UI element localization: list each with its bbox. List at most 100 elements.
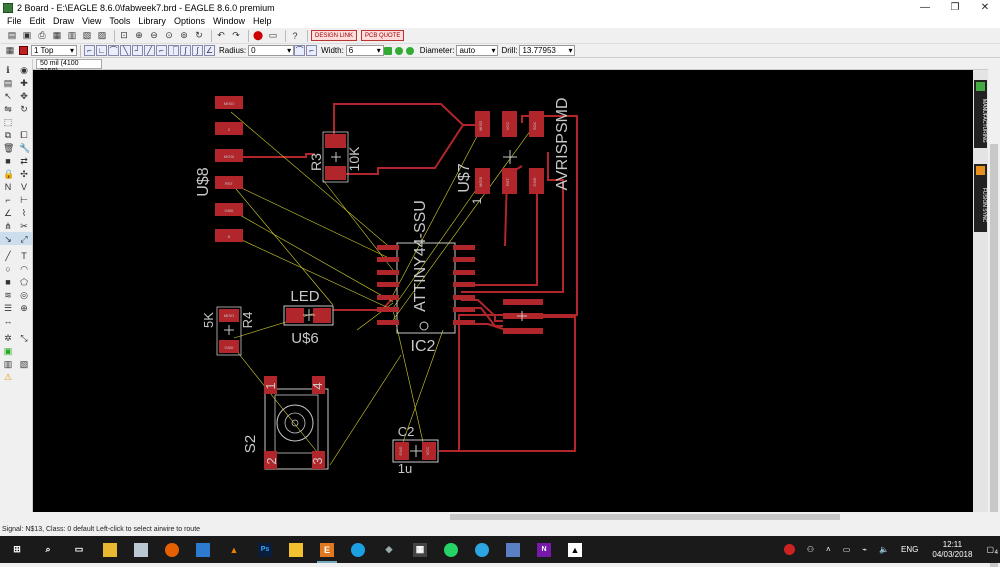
people-icon[interactable]: ⚇ (807, 545, 814, 554)
taskbar-app-window[interactable] (190, 536, 216, 563)
ratsnest-icon[interactable]: ✲ (3, 333, 13, 343)
pcb-quote-button[interactable]: PCB QUOTE (361, 30, 405, 41)
radius-field[interactable]: 0 ▾ (248, 45, 295, 56)
resistor-r4[interactable]: MISO GND 5K R4 (201, 306, 255, 356)
cam-icon[interactable]: ▦ (51, 30, 63, 42)
wire-bend-8-icon[interactable]: ∫ (180, 45, 191, 56)
taskbar-app-telegram[interactable] (469, 536, 495, 563)
wire-bend-0-icon[interactable]: ⌐ (84, 45, 95, 56)
miter-round-icon[interactable]: ⌒ (294, 45, 306, 56)
manufacturing-tab[interactable]: MANUFACTURING (974, 80, 987, 148)
miter-straight-icon[interactable]: ⌐ (306, 45, 318, 56)
wire-bend-2-icon[interactable]: ⌒ (108, 45, 119, 56)
horizontal-scroll-thumb[interactable] (450, 514, 840, 520)
taskbar-app-photos[interactable]: ▲ (562, 536, 588, 563)
wire-bend-10-icon[interactable]: ∠ (204, 45, 215, 56)
via-octagon-button[interactable] (405, 46, 414, 55)
connector-avrisp[interactable]: MISO VCC SCK MOSI RST GND AVRISPSMD U$7 … (456, 97, 571, 204)
zoom-area-icon[interactable]: ⊚ (178, 30, 190, 42)
wire-bend-6-icon[interactable]: ⌐ (156, 45, 167, 56)
wire-bend-9-icon[interactable]: ∫ (192, 45, 203, 56)
errors-icon[interactable]: ▧ (19, 359, 29, 369)
menu-window[interactable]: Window (209, 15, 249, 28)
save-icon[interactable]: ▣ (21, 30, 33, 42)
battery-icon[interactable]: ▭ (843, 545, 851, 554)
network-icon[interactable]: ⌁ (862, 545, 867, 554)
taskbar-app-whatsapp[interactable] (438, 536, 464, 563)
capacitor-c2[interactable]: GND VCC C2 1u (392, 424, 439, 476)
value-icon[interactable]: V (19, 182, 29, 192)
menu-draw[interactable]: Draw (49, 15, 78, 28)
taskbar-app-onenote[interactable]: N (531, 536, 557, 563)
microcontroller-ic2[interactable]: ATTINY44-SSU IC2 (377, 200, 475, 355)
menu-help[interactable]: Help (249, 15, 276, 28)
split-icon[interactable]: ⌐ (3, 195, 13, 205)
capacitor-unlabeled[interactable] (503, 299, 543, 334)
zoom-in-icon[interactable]: ⊕ (133, 30, 145, 42)
rotate-icon[interactable]: ↻ (19, 104, 29, 114)
slice-icon[interactable]: ⋔ (3, 221, 13, 231)
fusion-sync-tab[interactable]: FUSION SYNC (974, 164, 987, 232)
board-icon[interactable]: ▥ (66, 30, 78, 42)
tray-app-icon[interactable] (783, 544, 795, 555)
taskbar-app-calculator[interactable]: ▦ (407, 536, 433, 563)
name-icon[interactable]: N (3, 182, 13, 192)
wire-bend-7-icon[interactable]: ⎾ (168, 45, 179, 56)
wire-icon[interactable]: ╱ (3, 251, 13, 261)
via-round-button[interactable] (394, 46, 403, 55)
polygon-icon[interactable]: ⬠ (19, 277, 29, 287)
menu-library[interactable]: Library (134, 15, 170, 28)
redo-icon[interactable]: ↷ (230, 30, 242, 42)
task-view-button[interactable]: ▭ (66, 536, 92, 563)
drc-icon[interactable]: ▣ (3, 346, 13, 356)
taskbar-app-shape-app[interactable]: ◆ (376, 536, 402, 563)
taskbar-app-files[interactable] (128, 536, 154, 563)
meander-icon[interactable]: ⌇ (19, 208, 29, 218)
delete-icon[interactable]: 🗑 (3, 143, 14, 153)
open-icon[interactable]: ▤ (6, 30, 18, 42)
start-button[interactable]: ⊞ (4, 536, 30, 563)
stack-icon[interactable]: ☰ (3, 303, 13, 313)
grid-icon[interactable]: ▦ (4, 45, 16, 57)
clock[interactable]: 12:11 04/03/2018 (932, 540, 972, 560)
go-icon[interactable]: ▭ (267, 30, 279, 42)
taskbar-app-photoshop[interactable]: Ps (252, 536, 278, 563)
menu-edit[interactable]: Edit (26, 15, 50, 28)
add-icon[interactable]: ■ (3, 156, 13, 166)
text-icon[interactable]: T (19, 251, 29, 261)
close-button[interactable]: ✕ (970, 0, 1000, 15)
design-link-button[interactable]: DESIGN LINK (311, 30, 358, 41)
group-icon[interactable]: ⬚ (3, 117, 13, 127)
show-icon[interactable]: ◉ (19, 65, 29, 75)
undo-icon[interactable]: ↶ (215, 30, 227, 42)
via-icon[interactable]: ◎ (19, 290, 29, 300)
miter-icon[interactable]: ∠ (3, 208, 13, 218)
mark-icon[interactable]: ✚ (19, 78, 29, 88)
maximize-button[interactable]: ❐ (940, 0, 970, 15)
route-icon[interactable]: ↘ (3, 234, 13, 244)
zoom-fit-icon[interactable]: ⊡ (118, 30, 130, 42)
switch-s2[interactable]: 1 2 3 4 S2 (242, 376, 329, 470)
menu-options[interactable]: Options (170, 15, 209, 28)
help-icon[interactable]: ? (289, 30, 301, 42)
print-icon[interactable]: ⎙ (36, 30, 48, 42)
erc-icon[interactable]: ▥ (3, 359, 13, 369)
zoom-out-icon[interactable]: ⊖ (148, 30, 160, 42)
menu-view[interactable]: View (78, 15, 105, 28)
move-icon[interactable]: ↖ (3, 91, 13, 101)
redraw-icon[interactable]: ↻ (193, 30, 205, 42)
search-button[interactable]: ⌕ (35, 536, 61, 563)
led-u6[interactable]: LED U$6 (283, 288, 334, 347)
horizontal-scrollbar[interactable] (33, 512, 1000, 522)
info-icon[interactable]: ℹ (3, 65, 13, 75)
wire-bend-3-icon[interactable]: ╲ (120, 45, 131, 56)
minimize-button[interactable]: — (910, 0, 940, 15)
zoom-select-icon[interactable]: ⊙ (163, 30, 175, 42)
circle-icon[interactable]: ○ (3, 264, 13, 274)
mirror-icon[interactable]: ⇋ (3, 104, 13, 114)
layers-icon[interactable]: ≋ (3, 290, 13, 300)
via-square-button[interactable] (383, 46, 392, 55)
width-field[interactable]: 6 ▾ (345, 45, 384, 56)
optimize-icon[interactable]: ⊢ (19, 195, 29, 205)
copy-icon[interactable]: ⧉ (3, 130, 13, 140)
